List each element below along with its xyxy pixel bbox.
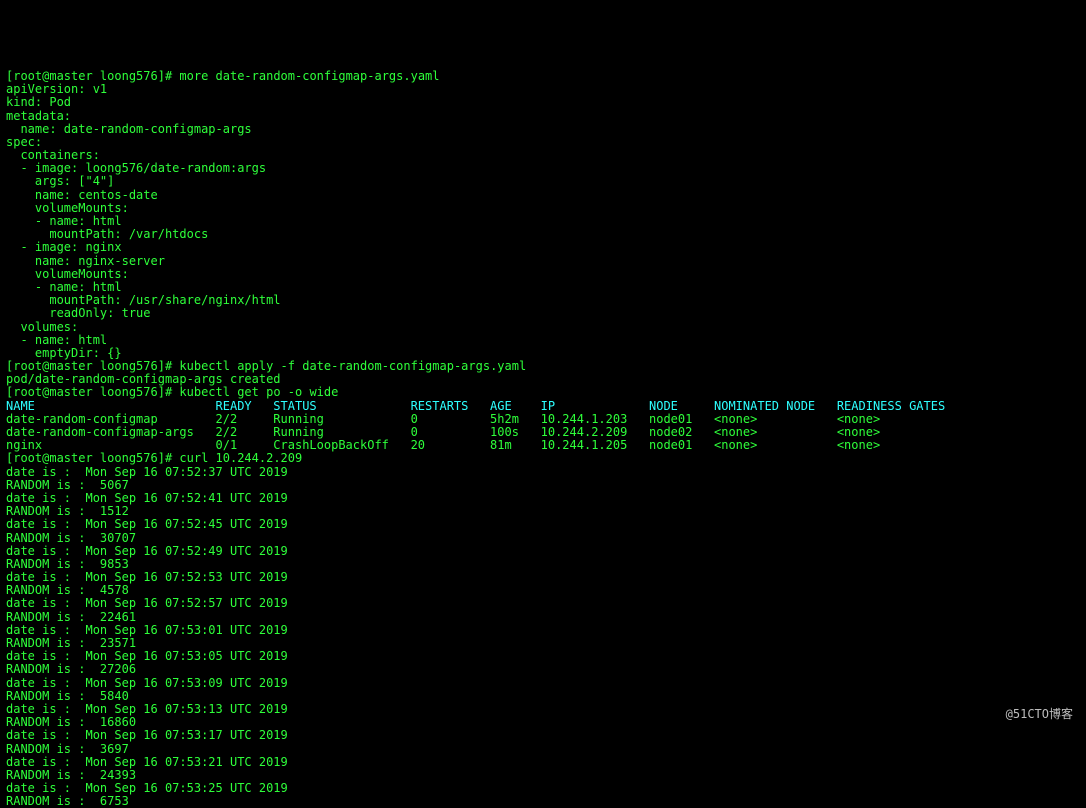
yaml-line: - image: nginx: [6, 240, 122, 254]
yaml-line: emptyDir: {}: [6, 346, 122, 360]
command-apply: kubectl apply -f date-random-configmap-a…: [179, 359, 526, 373]
yaml-line: apiVersion: v1: [6, 82, 107, 96]
watermark-label: @51CTO博客: [1003, 707, 1076, 722]
curl-output: date is : Mon Sep 16 07:53:09 UTC 2019: [6, 676, 288, 690]
table-header: NAME READY STATUS RESTARTS AGE IP NODE N…: [6, 399, 945, 413]
curl-output: RANDOM is : 1512: [6, 504, 129, 518]
curl-output: date is : Mon Sep 16 07:53:05 UTC 2019: [6, 649, 288, 663]
curl-output: RANDOM is : 16860: [6, 715, 136, 729]
curl-output: RANDOM is : 27206: [6, 662, 136, 676]
curl-output: RANDOM is : 5840: [6, 689, 129, 703]
curl-output: RANDOM is : 6753: [6, 794, 129, 808]
shell-prompt: [root@master loong576]#: [6, 385, 172, 399]
yaml-line: mountPath: /usr/share/nginx/html: [6, 293, 281, 307]
yaml-line: containers:: [6, 148, 100, 162]
yaml-line: volumes:: [6, 320, 78, 334]
apply-output: pod/date-random-configmap-args created: [6, 372, 281, 386]
shell-prompt: [root@master loong576]#: [6, 451, 172, 465]
curl-output: date is : Mon Sep 16 07:53:21 UTC 2019: [6, 755, 288, 769]
command-curl: curl 10.244.2.209: [179, 451, 302, 465]
command-get: kubectl get po -o wide: [179, 385, 338, 399]
shell-prompt: [root@master loong576]#: [6, 69, 172, 83]
curl-output: date is : Mon Sep 16 07:52:53 UTC 2019: [6, 570, 288, 584]
table-row: date-random-configmap 2/2 Running 0 5h2m…: [6, 412, 880, 426]
curl-output: RANDOM is : 9853: [6, 557, 129, 571]
curl-output: RANDOM is : 23571: [6, 636, 136, 650]
table-row: date-random-configmap-args 2/2 Running 0…: [6, 425, 880, 439]
curl-output: RANDOM is : 30707: [6, 531, 136, 545]
yaml-line: volumeMounts:: [6, 267, 129, 281]
yaml-line: volumeMounts:: [6, 201, 129, 215]
yaml-line: - name: html: [6, 280, 122, 294]
yaml-line: kind: Pod: [6, 95, 71, 109]
yaml-line: name: date-random-configmap-args: [6, 122, 252, 136]
yaml-line: metadata:: [6, 109, 71, 123]
curl-output: date is : Mon Sep 16 07:53:01 UTC 2019: [6, 623, 288, 637]
curl-output: date is : Mon Sep 16 07:52:57 UTC 2019: [6, 596, 288, 610]
curl-output: date is : Mon Sep 16 07:53:17 UTC 2019: [6, 728, 288, 742]
curl-output: RANDOM is : 22461: [6, 610, 136, 624]
curl-output: RANDOM is : 5067: [6, 478, 129, 492]
shell-prompt: [root@master loong576]#: [6, 359, 172, 373]
yaml-line: args: ["4"]: [6, 174, 114, 188]
yaml-line: - image: loong576/date-random:args: [6, 161, 266, 175]
curl-output: RANDOM is : 24393: [6, 768, 136, 782]
curl-output: date is : Mon Sep 16 07:53:13 UTC 2019: [6, 702, 288, 716]
yaml-line: name: nginx-server: [6, 254, 165, 268]
table-row: nginx 0/1 CrashLoopBackOff 20 81m 10.244…: [6, 438, 880, 452]
curl-output: date is : Mon Sep 16 07:52:37 UTC 2019: [6, 465, 288, 479]
curl-output: RANDOM is : 4578: [6, 583, 129, 597]
curl-output: date is : Mon Sep 16 07:52:49 UTC 2019: [6, 544, 288, 558]
curl-output: date is : Mon Sep 16 07:52:41 UTC 2019: [6, 491, 288, 505]
curl-output: RANDOM is : 3697: [6, 742, 129, 756]
yaml-line: - name: html: [6, 333, 107, 347]
yaml-line: readOnly: true: [6, 306, 151, 320]
yaml-line: name: centos-date: [6, 188, 158, 202]
yaml-line: mountPath: /var/htdocs: [6, 227, 208, 241]
curl-output: date is : Mon Sep 16 07:53:25 UTC 2019: [6, 781, 288, 795]
yaml-line: spec:: [6, 135, 42, 149]
yaml-line: - name: html: [6, 214, 122, 228]
command-more: more date-random-configmap-args.yaml: [179, 69, 439, 83]
curl-output: date is : Mon Sep 16 07:52:45 UTC 2019: [6, 517, 288, 531]
